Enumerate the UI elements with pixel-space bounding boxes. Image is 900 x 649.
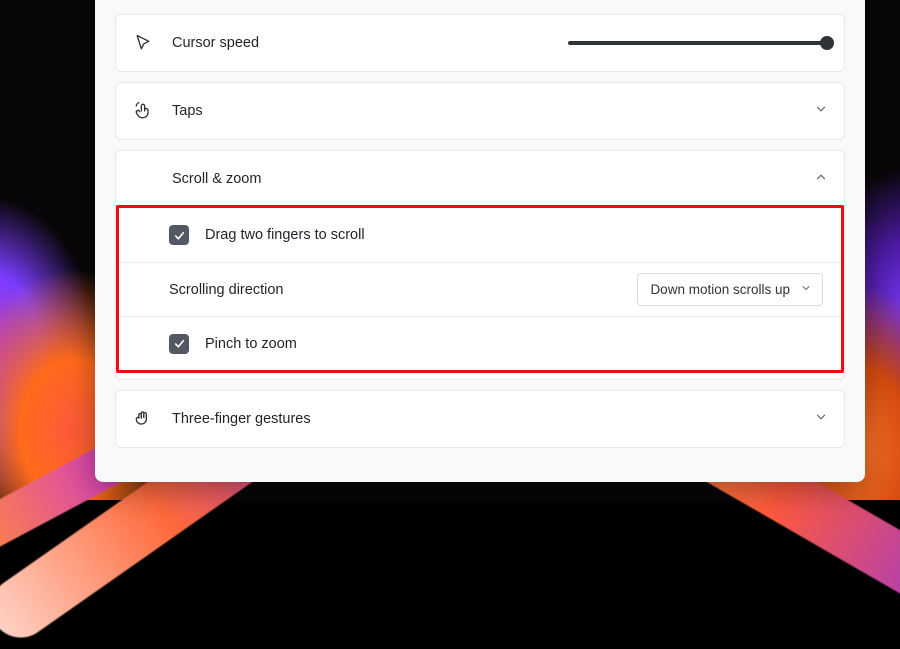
pinch-to-zoom-checkbox[interactable] xyxy=(169,334,189,354)
three-finger-label: Three-finger gestures xyxy=(172,411,796,427)
slider-thumb[interactable] xyxy=(820,36,834,50)
blank-icon xyxy=(132,168,154,190)
scroll-zoom-header[interactable]: Scroll & zoom xyxy=(116,151,844,207)
chevron-up-icon xyxy=(814,170,828,189)
scroll-zoom-card: Scroll & zoom Drag two fingers to scroll… xyxy=(115,150,845,380)
pinch-to-zoom-label: Pinch to zoom xyxy=(205,336,823,352)
scroll-zoom-label: Scroll & zoom xyxy=(172,171,796,187)
scrolling-direction-label: Scrolling direction xyxy=(169,282,621,298)
scrolling-direction-row: Scrolling direction Down motion scrolls … xyxy=(119,262,841,316)
pinch-to-zoom-row: Pinch to zoom xyxy=(119,316,841,370)
cursor-speed-slider[interactable] xyxy=(568,41,828,45)
settings-panel: Cursor speed Taps Scroll & zoom xyxy=(95,0,865,482)
three-finger-card[interactable]: Three-finger gestures xyxy=(115,390,845,448)
drag-two-fingers-label: Drag two fingers to scroll xyxy=(205,227,823,243)
cursor-speed-label: Cursor speed xyxy=(172,35,550,51)
taps-card[interactable]: Taps xyxy=(115,82,845,140)
scrolling-direction-value: Down motion scrolls up xyxy=(650,282,790,297)
chevron-down-icon xyxy=(814,102,828,121)
drag-two-fingers-checkbox[interactable] xyxy=(169,225,189,245)
drag-two-fingers-row: Drag two fingers to scroll xyxy=(119,208,841,262)
tap-icon xyxy=(132,100,154,122)
chevron-down-icon xyxy=(800,282,812,297)
cursor-speed-card: Cursor speed xyxy=(115,14,845,72)
cursor-icon xyxy=(132,32,154,54)
scrolling-direction-select[interactable]: Down motion scrolls up xyxy=(637,273,823,306)
three-finger-icon xyxy=(132,408,154,430)
highlight-box: Drag two fingers to scroll Scrolling dir… xyxy=(116,205,844,373)
chevron-down-icon xyxy=(814,410,828,429)
taps-label: Taps xyxy=(172,103,796,119)
